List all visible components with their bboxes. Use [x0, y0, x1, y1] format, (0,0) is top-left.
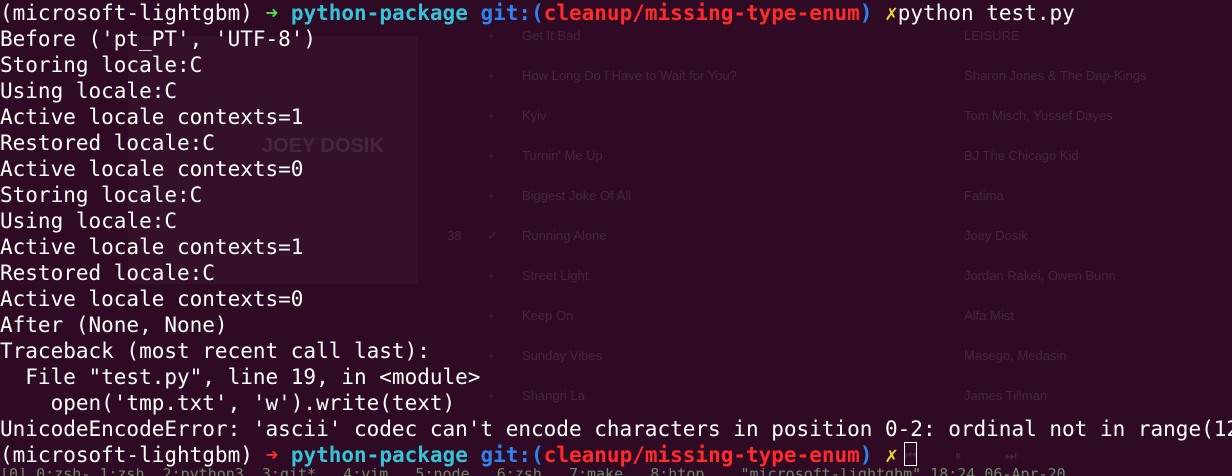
output-line: After (None, None) — [0, 313, 228, 337]
terminal-window[interactable]: JOEY DOSIK + Get It Bad LEISURE + How Long D… — [0, 0, 1232, 476]
virtualenv-name: (microsoft-lightgbm) — [0, 443, 266, 467]
prompt-arrow-icon: ➜ — [265, 1, 279, 25]
output-line: Storing locale:C — [0, 53, 203, 77]
git-label: git:( — [480, 1, 544, 25]
output-line: Active locale contexts=1 — [0, 235, 304, 259]
current-directory: python-package — [290, 1, 468, 25]
output-line: File "test.py", line 19, in <module> — [0, 365, 481, 389]
output-line: UnicodeEncodeError: 'ascii' codec can't … — [0, 417, 1232, 441]
output-line: Before ('pt_PT', 'UTF-8') — [0, 27, 317, 51]
output-line: Active locale contexts=1 — [0, 105, 304, 129]
git-branch: cleanup/missing-type-enum — [543, 443, 860, 467]
git-dirty-icon: ✗ — [885, 1, 898, 25]
git-label: git:( — [480, 443, 544, 467]
output-line: Active locale contexts=0 — [0, 157, 304, 181]
output-line: Active locale contexts=0 — [0, 287, 304, 311]
output-line: open('tmp.txt', 'w').write(text) — [0, 391, 456, 415]
output-line: Using locale:C — [0, 79, 178, 103]
git-dirty-icon: ✗ — [885, 443, 898, 467]
virtualenv-name: (microsoft-lightgbm) — [0, 1, 266, 25]
git-label-close: ) — [859, 1, 873, 25]
command-text: python test.py — [897, 1, 1075, 25]
prompt-line: (microsoft-lightgbm) ➜ python-package gi… — [0, 442, 1232, 468]
git-branch: cleanup/missing-type-enum — [543, 1, 860, 25]
output-line: Traceback (most recent call last): — [0, 339, 430, 363]
output-line: Restored locale:C — [0, 131, 215, 155]
terminal-output: (microsoft-lightgbm) ➜ python-package gi… — [0, 0, 1232, 468]
output-line: Restored locale:C — [0, 261, 215, 285]
output-line: Storing locale:C — [0, 183, 203, 207]
git-label-close: ) — [859, 443, 873, 467]
tmux-status-bar: [0] 0:zsh- 1:zsh 2:python3 3:git* 4:vim … — [0, 468, 1232, 476]
output-line: Using locale:C — [0, 209, 178, 233]
prompt-arrow-error-icon: ➜ — [265, 443, 279, 467]
prompt-line: (microsoft-lightgbm) ➜ python-package gi… — [0, 0, 1232, 26]
text-cursor[interactable] — [903, 442, 917, 466]
current-directory: python-package — [290, 443, 468, 467]
